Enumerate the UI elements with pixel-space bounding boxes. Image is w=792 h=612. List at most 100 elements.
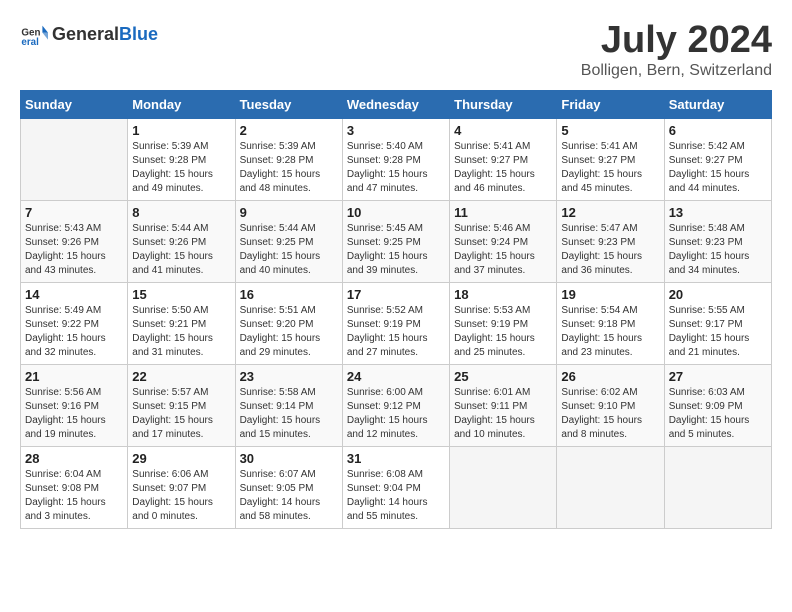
title-block: July 2024 Bolligen, Bern, Switzerland — [581, 20, 772, 80]
calendar-cell: 20Sunrise: 5:55 AMSunset: 9:17 PMDayligh… — [664, 282, 771, 364]
page-header: Gen eral GeneralBlue July 2024 Bolligen,… — [20, 20, 772, 80]
header-day-thursday: Thursday — [450, 90, 557, 118]
day-info: Sunrise: 5:55 AMSunset: 9:17 PMDaylight:… — [669, 304, 767, 360]
logo-general: General — [52, 24, 119, 44]
calendar-cell: 3 Sunrise: 5:40 AMSunset: 9:28 PMDaylight… — [342, 118, 449, 200]
day-number: 1 — [132, 123, 230, 138]
calendar-cell: 22 Sunrise: 5:57 AMSunset: 9:15 PMDayligh… — [128, 364, 235, 446]
day-info: Sunrise: 6:02 AMSunset: 9:10 PMDaylight:… — [561, 386, 659, 442]
day-info: Sunrise: 5:52 AMSunset: 9:19 PMDaylight:… — [347, 304, 445, 360]
day-info: Sunrise: 5:56 AMSunset: 9:16 PMDaylight:… — [25, 386, 123, 442]
calendar-cell — [450, 446, 557, 528]
day-number: 23 — [240, 369, 338, 384]
calendar-cell: 9Sunrise: 5:44 AMSunset: 9:25 PMDaylight… — [235, 200, 342, 282]
svg-text:eral: eral — [21, 37, 39, 48]
day-number: 27 — [669, 369, 767, 384]
calendar-cell: 7 Sunrise: 5:43 AMSunset: 9:26 PMDaylight… — [21, 200, 128, 282]
calendar-cell: 24 Sunrise: 6:00 AMSunset: 9:12 PMDayligh… — [342, 364, 449, 446]
calendar-cell: 5 Sunrise: 5:41 AMSunset: 9:27 PMDaylight… — [557, 118, 664, 200]
calendar-cell — [664, 446, 771, 528]
day-info: Sunrise: 6:04 AMSunset: 9:08 PMDaylight:… — [25, 468, 123, 524]
day-number: 31 — [347, 451, 445, 466]
day-info: Sunrise: 5:58 AMSunset: 9:14 PMDaylight:… — [240, 386, 338, 442]
day-number: 3 — [347, 123, 445, 138]
calendar-cell: 16 Sunrise: 5:51 AMSunset: 9:20 PMDayligh… — [235, 282, 342, 364]
calendar-cell: 8 Sunrise: 5:44 AMSunset: 9:26 PMDaylight… — [128, 200, 235, 282]
day-info: Sunrise: 6:07 AMSunset: 9:05 PMDaylight:… — [240, 468, 338, 524]
day-info: Sunrise: 5:44 AMSunset: 9:26 PMDaylight:… — [132, 222, 230, 278]
day-info: Sunrise: 5:48 AMSunset: 9:23 PMDaylight:… — [669, 222, 767, 278]
day-info: Sunrise: 6:00 AMSunset: 9:12 PMDaylight:… — [347, 386, 445, 442]
day-number: 30 — [240, 451, 338, 466]
day-info: Sunrise: 5:44 AMSunset: 9:25 PMDaylight:… — [240, 222, 338, 278]
day-info: Sunrise: 5:41 AMSunset: 9:27 PMDaylight:… — [561, 140, 659, 196]
calendar-cell: 13Sunrise: 5:48 AMSunset: 9:23 PMDayligh… — [664, 200, 771, 282]
calendar-week-3: 14Sunrise: 5:49 AMSunset: 9:22 PMDayligh… — [21, 282, 772, 364]
day-info: Sunrise: 5:40 AMSunset: 9:28 PMDaylight:… — [347, 140, 445, 196]
logo: Gen eral GeneralBlue — [20, 20, 158, 48]
calendar-cell: 14Sunrise: 5:49 AMSunset: 9:22 PMDayligh… — [21, 282, 128, 364]
day-number: 24 — [347, 369, 445, 384]
day-number: 4 — [454, 123, 552, 138]
day-info: Sunrise: 5:41 AMSunset: 9:27 PMDaylight:… — [454, 140, 552, 196]
day-number: 16 — [240, 287, 338, 302]
day-number: 26 — [561, 369, 659, 384]
header-day-saturday: Saturday — [664, 90, 771, 118]
logo-icon: Gen eral — [20, 20, 48, 48]
logo-blue: Blue — [119, 24, 158, 44]
calendar-cell: 12Sunrise: 5:47 AMSunset: 9:23 PMDayligh… — [557, 200, 664, 282]
logo-text: GeneralBlue — [52, 24, 158, 45]
page-title: July 2024 — [581, 20, 772, 62]
calendar-cell: 26 Sunrise: 6:02 AMSunset: 9:10 PMDayligh… — [557, 364, 664, 446]
day-info: Sunrise: 5:39 AMSunset: 9:28 PMDaylight:… — [240, 140, 338, 196]
calendar-cell: 11Sunrise: 5:46 AMSunset: 9:24 PMDayligh… — [450, 200, 557, 282]
day-info: Sunrise: 5:53 AMSunset: 9:19 PMDaylight:… — [454, 304, 552, 360]
day-number: 8 — [132, 205, 230, 220]
day-number: 25 — [454, 369, 552, 384]
day-number: 6 — [669, 123, 767, 138]
header-day-monday: Monday — [128, 90, 235, 118]
day-info: Sunrise: 5:57 AMSunset: 9:15 PMDaylight:… — [132, 386, 230, 442]
header-day-tuesday: Tuesday — [235, 90, 342, 118]
calendar-week-2: 7 Sunrise: 5:43 AMSunset: 9:26 PMDaylight… — [21, 200, 772, 282]
calendar-cell: 1 Sunrise: 5:39 AMSunset: 9:28 PMDaylight… — [128, 118, 235, 200]
calendar-cell: 31 Sunrise: 6:08 AMSunset: 9:04 PMDayligh… — [342, 446, 449, 528]
calendar-body: 1 Sunrise: 5:39 AMSunset: 9:28 PMDaylight… — [21, 118, 772, 528]
day-info: Sunrise: 5:54 AMSunset: 9:18 PMDaylight:… — [561, 304, 659, 360]
day-number: 15 — [132, 287, 230, 302]
calendar-cell: 18 Sunrise: 5:53 AMSunset: 9:19 PMDayligh… — [450, 282, 557, 364]
day-info: Sunrise: 6:01 AMSunset: 9:11 PMDaylight:… — [454, 386, 552, 442]
day-number: 5 — [561, 123, 659, 138]
day-number: 22 — [132, 369, 230, 384]
calendar-week-5: 28 Sunrise: 6:04 AMSunset: 9:08 PMDayligh… — [21, 446, 772, 528]
day-info: Sunrise: 5:43 AMSunset: 9:26 PMDaylight:… — [25, 222, 123, 278]
day-info: Sunrise: 5:45 AMSunset: 9:25 PMDaylight:… — [347, 222, 445, 278]
calendar-cell: 29Sunrise: 6:06 AMSunset: 9:07 PMDayligh… — [128, 446, 235, 528]
day-number: 14 — [25, 287, 123, 302]
day-number: 18 — [454, 287, 552, 302]
day-number: 12 — [561, 205, 659, 220]
day-info: Sunrise: 5:51 AMSunset: 9:20 PMDaylight:… — [240, 304, 338, 360]
calendar-cell: 30 Sunrise: 6:07 AMSunset: 9:05 PMDayligh… — [235, 446, 342, 528]
day-info: Sunrise: 5:42 AMSunset: 9:27 PMDaylight:… — [669, 140, 767, 196]
calendar-cell: 25 Sunrise: 6:01 AMSunset: 9:11 PMDayligh… — [450, 364, 557, 446]
day-number: 28 — [25, 451, 123, 466]
day-number: 17 — [347, 287, 445, 302]
calendar-cell: 21Sunrise: 5:56 AMSunset: 9:16 PMDayligh… — [21, 364, 128, 446]
day-info: Sunrise: 6:08 AMSunset: 9:04 PMDaylight:… — [347, 468, 445, 524]
day-number: 10 — [347, 205, 445, 220]
calendar-cell — [21, 118, 128, 200]
header-day-sunday: Sunday — [21, 90, 128, 118]
calendar-cell: 19Sunrise: 5:54 AMSunset: 9:18 PMDayligh… — [557, 282, 664, 364]
calendar-cell: 27Sunrise: 6:03 AMSunset: 9:09 PMDayligh… — [664, 364, 771, 446]
day-info: Sunrise: 5:39 AMSunset: 9:28 PMDaylight:… — [132, 140, 230, 196]
day-number: 7 — [25, 205, 123, 220]
calendar-week-1: 1 Sunrise: 5:39 AMSunset: 9:28 PMDaylight… — [21, 118, 772, 200]
day-number: 11 — [454, 205, 552, 220]
header-row: SundayMondayTuesdayWednesdayThursdayFrid… — [21, 90, 772, 118]
calendar-cell: 15Sunrise: 5:50 AMSunset: 9:21 PMDayligh… — [128, 282, 235, 364]
calendar-week-4: 21Sunrise: 5:56 AMSunset: 9:16 PMDayligh… — [21, 364, 772, 446]
calendar-header: SundayMondayTuesdayWednesdayThursdayFrid… — [21, 90, 772, 118]
calendar-cell: 2Sunrise: 5:39 AMSunset: 9:28 PMDaylight… — [235, 118, 342, 200]
page-subtitle: Bolligen, Bern, Switzerland — [581, 62, 772, 80]
